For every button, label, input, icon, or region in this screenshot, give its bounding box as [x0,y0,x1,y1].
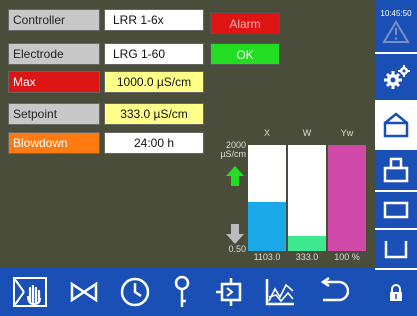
panel-top-icon [383,157,409,183]
chart-col-w: W [302,128,312,138]
graph-button[interactable] [258,268,302,316]
panel-top-button[interactable] [375,102,417,148]
chart-col-x: X [263,128,270,138]
back-button[interactable] [310,268,354,316]
manual-hand-icon [13,277,47,307]
row-controller: Controller LRR 1-6x [8,9,204,31]
bottom-toolbar [0,268,375,316]
chart-ymin: 0.50 [228,244,246,254]
clock-icon [120,277,150,307]
conductivity-chart: X W Yw 2000 µS/cm 0.50 1103.0 333.0 100 … [218,128,368,266]
tray-icon [384,241,408,259]
max-value[interactable]: 1000.0 µS/cm [104,71,204,93]
chart-value-yw: 100 % [334,252,360,262]
setpoint-value[interactable]: 333.0 µS/cm [104,103,204,125]
key-icon [174,275,190,307]
setpoint-label: Setpoint [8,103,100,125]
bar-x [248,202,286,251]
module-button[interactable] [209,268,253,316]
electrode-value[interactable]: LRG 1-60 [104,43,204,65]
decrease-arrow-icon[interactable] [226,224,244,244]
settings-button[interactable] [375,54,417,100]
alarm-indicator: Alarm [210,12,280,34]
valve-icon [70,281,98,303]
row-setpoint: Setpoint 333.0 µS/cm [8,103,204,125]
bar-w [288,236,326,251]
chart-col-yw: Yw [340,128,354,138]
chart-value-x: 1103.0 [253,252,281,262]
warning-icon [382,19,410,43]
module-icon [216,278,242,306]
panel-split-button[interactable] [375,150,417,190]
settings-gears-icon [384,65,410,89]
valve-panel-icon [383,112,409,138]
increase-arrow-icon[interactable] [226,166,244,186]
max-label: Max [8,71,100,93]
bar-yw [328,145,366,251]
graph-icon [265,279,294,306]
controller-value[interactable]: LRR 1-6x [104,9,204,31]
row-max: Max 1000.0 µS/cm [8,71,204,93]
blowdown-label: Blowdown [8,132,100,154]
tray-button[interactable] [375,230,417,268]
valve-button[interactable] [62,268,106,316]
lock-button[interactable] [375,270,417,316]
row-electrode: Electrode LRG 1-60 [8,43,204,65]
controller-label: Controller [8,9,100,31]
electrode-label: Electrode [8,43,100,65]
back-icon [320,277,349,302]
blowdown-value[interactable]: 24:00 h [104,132,204,154]
key-button[interactable] [160,268,204,316]
chart-bars [248,145,366,251]
ok-indicator: OK [210,43,280,65]
bar-background-w [288,145,326,251]
panel-box-icon [383,201,409,219]
clock-button[interactable] [113,268,157,316]
row-blowdown: Blowdown 24:00 h [8,132,204,154]
panel-box-button[interactable] [375,192,417,228]
chart-unit: µS/cm [220,149,246,159]
chart-value-w: 333.0 [295,252,319,262]
clock-time: 10:45:50 [380,8,412,18]
warning-button[interactable]: 10:45:50 [375,0,417,52]
right-sidebar: 10:45:50 [375,0,417,316]
manual-button[interactable] [8,268,52,316]
lock-icon [390,284,402,301]
